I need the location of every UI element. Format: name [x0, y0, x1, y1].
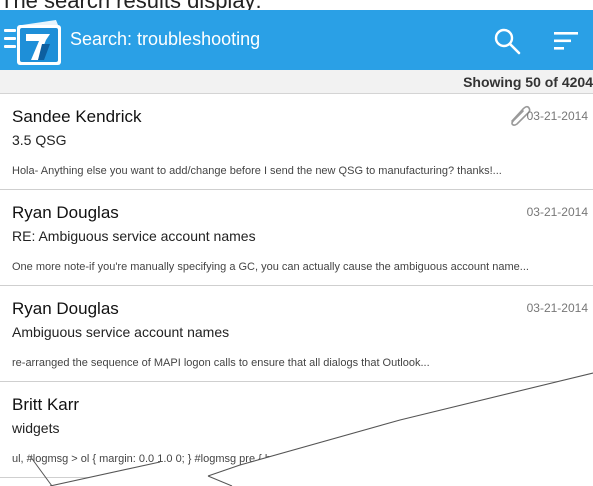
sort-icon[interactable] [552, 28, 580, 54]
email-sender: Britt Karr [12, 395, 80, 414]
email-item[interactable]: Ryan Douglas RE: Ambiguous service accou… [0, 190, 593, 286]
drawer-icon[interactable] [4, 24, 16, 58]
email-subject: Ambiguous service account names [12, 324, 230, 340]
email-date: 03-21-2014 [526, 205, 588, 219]
results-count-bar: Showing 50 of 4204 [0, 70, 593, 94]
email-preview: Hola- Anything else you want to add/chan… [12, 165, 502, 177]
results-count: Showing 50 of 4204 [463, 74, 593, 90]
app-bar: Search: troubleshooting [0, 10, 593, 70]
email-subject: 3.5 QSG [12, 132, 67, 148]
email-date: 03-21-2014 [526, 109, 588, 123]
app-logo[interactable] [16, 20, 62, 66]
email-sender: Ryan Douglas [12, 299, 119, 318]
email-preview: One more note-if you're manually specify… [12, 261, 529, 273]
email-subject: widgets [12, 420, 60, 436]
email-subject: RE: Ambiguous service account names [12, 228, 256, 244]
email-sender: Sandee Kendrick [12, 107, 142, 126]
search-icon[interactable] [492, 26, 522, 56]
email-sender: Ryan Douglas [12, 203, 119, 222]
email-preview: re-arranged the sequence of MAPI logon c… [12, 357, 430, 369]
email-item[interactable]: Sandee Kendrick 3.5 QSG 03-21-2014 Hola-… [0, 94, 593, 190]
email-item[interactable]: Ryan Douglas Ambiguous service account n… [0, 286, 593, 382]
email-preview: ul, #logmsg > ol { margin: 0.0 1.0 0; } … [12, 453, 311, 465]
email-list: Sandee Kendrick 3.5 QSG 03-21-2014 Hola-… [0, 94, 593, 478]
page-title: Search: troubleshooting [70, 29, 261, 49]
app-screen: Search: troubleshooting Showing 50 of 42… [0, 10, 593, 486]
email-date: 03-21-2014 [526, 301, 588, 315]
email-item[interactable]: Britt Karr widgets ul, #logmsg > ol { ma… [0, 382, 593, 478]
